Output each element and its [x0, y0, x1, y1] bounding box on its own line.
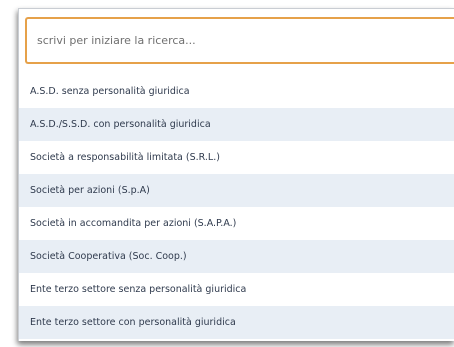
option-sapa[interactable]: Società in accomandita per azioni (S.A.P…	[19, 207, 454, 240]
option-asd-senza-personalita[interactable]: A.S.D. senza personalità giuridica	[19, 75, 454, 108]
select-dropdown-panel: A.S.D. senza personalità giuridica A.S.D…	[18, 8, 454, 341]
option-soc-coop[interactable]: Società Cooperativa (Soc. Coop.)	[19, 240, 454, 273]
option-srl[interactable]: Società a responsabilità limitata (S.R.L…	[19, 141, 454, 174]
options-list: A.S.D. senza personalità giuridica A.S.D…	[19, 75, 454, 339]
option-ets-con-personalita[interactable]: Ente terzo settore con personalità giuri…	[19, 306, 454, 339]
option-spa[interactable]: Società per azioni (S.p.A)	[19, 174, 454, 207]
option-asd-ssd-con-personalita[interactable]: A.S.D./S.S.D. con personalità giuridica	[19, 108, 454, 141]
option-ets-senza-personalita[interactable]: Ente terzo settore senza personalità giu…	[19, 273, 454, 306]
search-input[interactable]	[25, 17, 454, 64]
search-field-wrapper	[25, 17, 454, 64]
